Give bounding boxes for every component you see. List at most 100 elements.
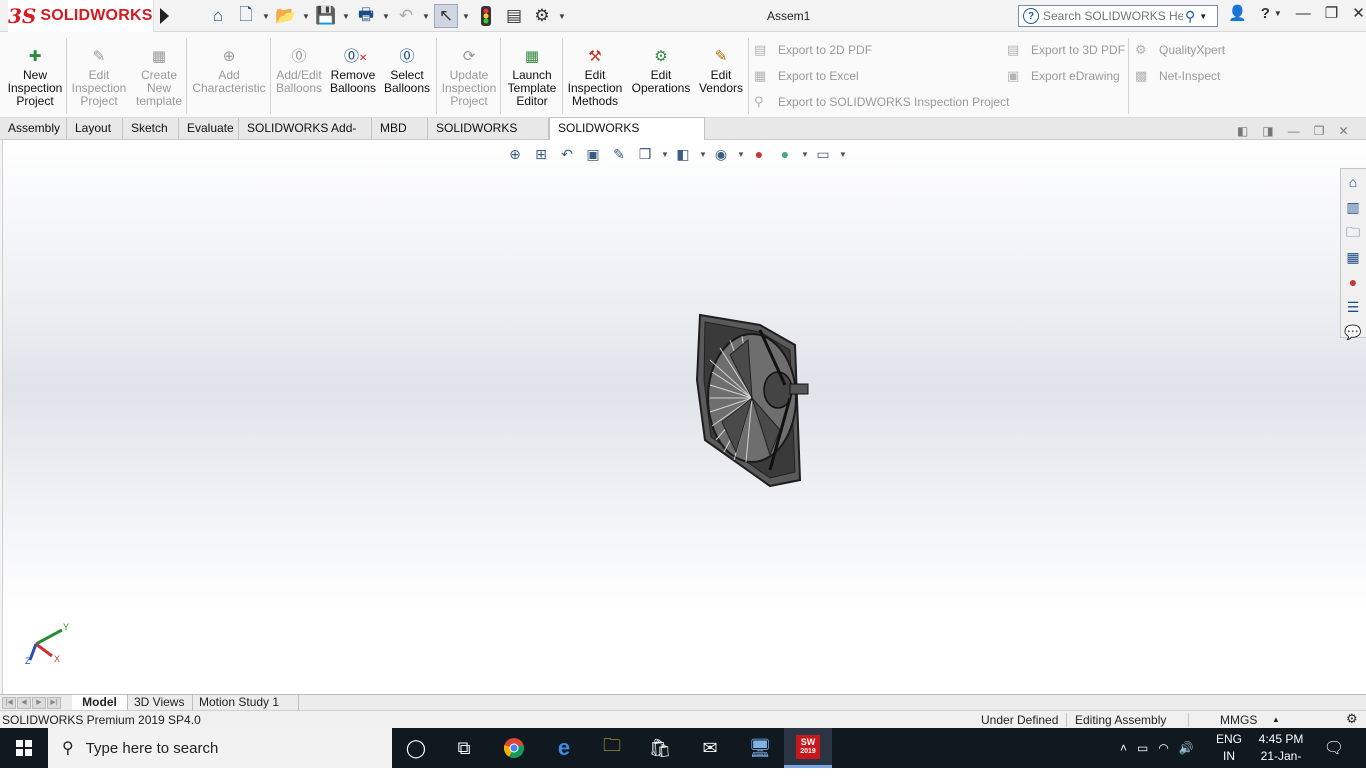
chevron-down-icon[interactable]: ▼ [422,12,430,21]
doc-restore-icon[interactable]: ❐ [1314,124,1325,138]
open-folder-icon[interactable]: 📂 [274,4,298,28]
last-tab-icon[interactable]: ▶| [47,697,61,709]
tile-right-icon[interactable]: ◨ [1262,124,1273,138]
first-tab-icon[interactable]: |◀ [2,697,16,709]
launch-template-editor-button[interactable]: ▦ Launch Template Editor [504,48,560,108]
custom-properties-icon[interactable]: ☰ [1341,295,1365,319]
graphics-viewport[interactable] [3,140,1366,694]
tab-motion-study[interactable]: Motion Study 1 [193,695,299,711]
chevron-down-icon[interactable]: ▼ [302,12,310,21]
tab-assembly[interactable]: Assembly [0,118,67,140]
solidworks-logo[interactable]: 3S SOLIDWORKS [8,0,154,32]
solidworks-resources-icon[interactable]: ⌂ [1341,170,1365,194]
export-2d-pdf-link[interactable]: ▤ Export to 2D PDF [754,42,872,58]
view-orientation-icon[interactable]: ❒ [635,144,655,164]
tab-mbd[interactable]: MBD [372,118,428,140]
edge-icon[interactable]: e [540,728,588,768]
new-inspection-project-button[interactable]: ✚ New Inspection Project [6,48,64,108]
chevron-down-icon[interactable]: ▼ [661,150,669,159]
edit-inspection-methods-button[interactable]: ⚒ Edit Inspection Methods [566,48,624,108]
zoom-to-fit-icon[interactable]: ⊕ [505,144,525,164]
customize-status-icon[interactable]: ⚙ [1346,711,1358,727]
wifi-icon[interactable]: ◠ [1158,741,1168,755]
help-search-input[interactable] [1043,9,1183,23]
create-new-template-button[interactable]: ▦ Create New template [130,48,188,108]
view-settings-icon[interactable]: ▭ [813,144,833,164]
chevron-down-icon[interactable]: ▼ [801,150,809,159]
system-clock[interactable]: 4:45 PM 21-Jan-20 [1254,731,1308,782]
tab-evaluate[interactable]: Evaluate [179,118,239,140]
export-inspection-project-link[interactable]: ⚲ Export to SOLIDWORKS Inspection Project [754,94,1009,110]
store-icon[interactable]: 🛍 [636,728,684,768]
unit-system[interactable]: MMGS [1220,713,1257,727]
chevron-down-icon[interactable]: ▼ [737,150,745,159]
edit-operations-button[interactable]: ⚙ Edit Operations [628,48,694,95]
input-language[interactable]: ENG IN [1214,731,1244,765]
home-icon[interactable]: ⌂ [206,4,230,28]
file-explorer-icon[interactable]: 🗀 [1341,220,1365,244]
fan-assembly-model[interactable] [3,140,1366,694]
solidworks-taskbar-icon[interactable]: SW 2019 [784,728,832,768]
help-icon[interactable]: ? [1261,5,1270,22]
show-hidden-icons-icon[interactable]: ˄ [1120,741,1127,755]
export-edrawing-link[interactable]: ▣ Export eDrawing [1007,68,1120,84]
save-icon[interactable]: 💾 [314,4,338,28]
file-explorer-icon[interactable]: 🗀 [588,728,636,768]
chevron-down-icon[interactable]: ▼ [1199,12,1207,21]
windows-start-icon[interactable] [0,728,48,768]
apply-scene-icon[interactable]: ● [775,144,795,164]
taskbar-search-box[interactable]: ⚲ Type here to search [48,728,392,768]
prev-tab-icon[interactable]: ◀ [17,697,31,709]
cortana-icon[interactable]: ◯ [392,728,440,768]
chevron-down-icon[interactable]: ▼ [462,12,470,21]
edit-inspection-project-button[interactable]: ✎ Edit Inspection Project [70,48,128,108]
design-library-icon[interactable]: ▥ [1341,195,1365,219]
hide-show-items-icon[interactable]: ◉ [711,144,731,164]
edit-vendors-button[interactable]: ✎ Edit Vendors [696,48,746,95]
options-gear-icon[interactable]: ⚙ [530,4,554,28]
select-balloons-button[interactable]: ⓪ Select Balloons [382,48,432,95]
dynamic-annotation-icon[interactable]: ✎ [609,144,629,164]
add-edit-balloons-button[interactable]: ⓪ Add/Edit Balloons [272,48,326,95]
minimize-icon[interactable]: — [1296,5,1311,22]
undo-icon[interactable]: ↶ [394,4,418,28]
expand-menu-icon[interactable] [160,8,169,24]
chevron-down-icon[interactable]: ▼ [699,150,707,159]
view-palette-icon[interactable]: ▦ [1341,245,1365,269]
remote-desktop-icon[interactable]: 🖥 [736,728,784,768]
mail-icon[interactable]: ✉ [686,728,734,768]
add-characteristic-button[interactable]: ⊕ Add Characteristic [190,48,268,95]
edit-appearance-icon[interactable]: ● [749,144,769,164]
print-icon[interactable]: 🖶 [354,4,378,28]
tab-sketch[interactable]: Sketch [123,118,179,140]
chevron-down-icon[interactable]: ▼ [382,12,390,21]
remove-balloons-button[interactable]: ⓪✕ Remove Balloons [328,48,378,95]
chevron-down-icon[interactable]: ▼ [839,150,847,159]
chevron-down-icon[interactable]: ▼ [558,12,566,21]
close-icon[interactable]: ✕ [1352,4,1365,22]
file-properties-icon[interactable]: ▤ [502,4,526,28]
tab-addins[interactable]: SOLIDWORKS Add-Ins [239,118,372,156]
restore-icon[interactable]: ❐ [1325,4,1338,22]
tab-layout[interactable]: Layout [67,118,123,140]
export-3d-pdf-link[interactable]: ▤ Export to 3D PDF [1007,42,1125,58]
previous-view-icon[interactable]: ↶ [557,144,577,164]
user-account-icon[interactable]: 👤 [1228,4,1247,22]
chevron-down-icon[interactable]: ▼ [342,12,350,21]
volume-icon[interactable]: 🔊 [1179,741,1194,755]
chevron-down-icon[interactable]: ▼ [262,12,270,21]
export-excel-link[interactable]: ▦ Export to Excel [754,68,859,84]
rebuild-traffic-light-icon[interactable] [474,4,498,28]
task-view-icon[interactable]: ⧉ [440,728,488,768]
select-pointer-icon[interactable]: ↖ [434,4,458,28]
section-view-icon[interactable]: ▣ [583,144,603,164]
tab-inspection[interactable]: SOLIDWORKS Inspection [549,117,705,156]
new-document-icon[interactable]: 🗋 [234,4,258,28]
update-inspection-project-button[interactable]: ⟳ Update Inspection Project [440,48,498,108]
help-search-box[interactable]: ? ⚲ ▼ [1018,5,1218,27]
chevron-up-icon[interactable]: ▲ [1272,715,1280,724]
tab-cam[interactable]: SOLIDWORKS CAM [428,118,549,156]
search-icon[interactable]: ⚲ [1185,8,1195,25]
display-style-icon[interactable]: ◧ [673,144,693,164]
forum-icon[interactable]: 💬 [1341,320,1365,344]
